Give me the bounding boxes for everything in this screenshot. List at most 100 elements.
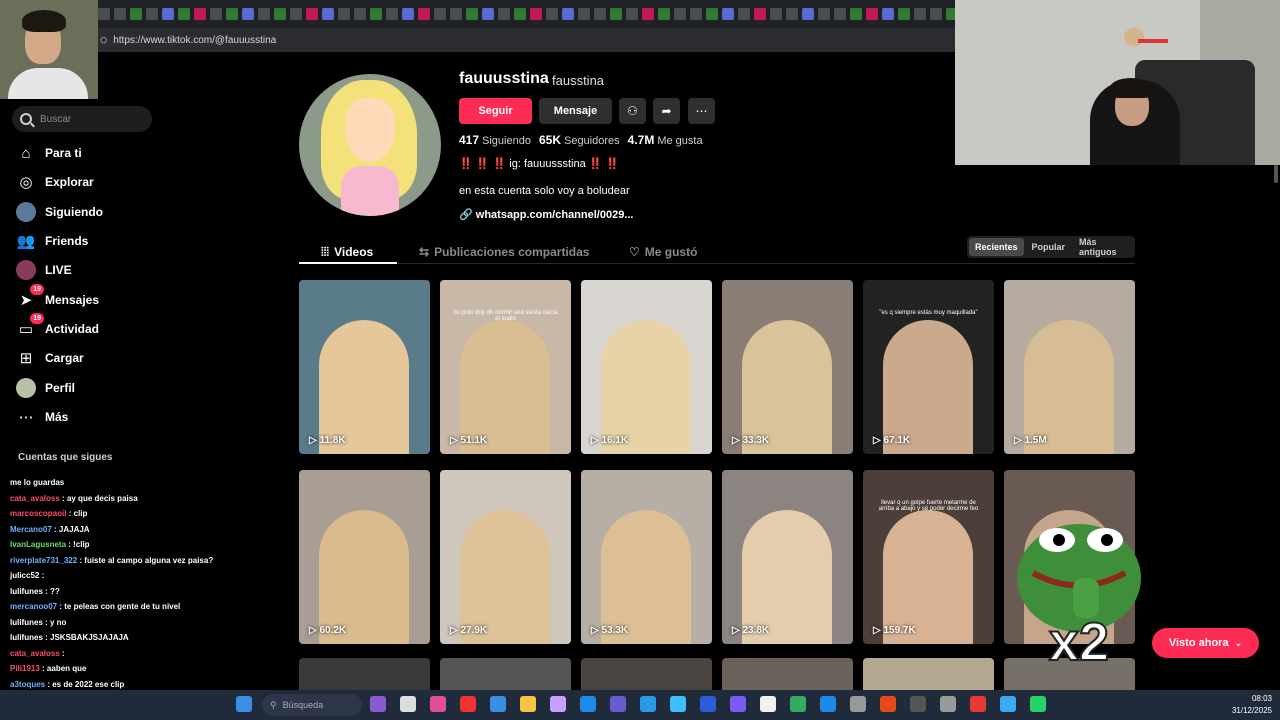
taskbar-app-icon[interactable] [370,696,386,712]
taskbar-app-icon[interactable] [790,696,806,712]
browser-tab[interactable] [418,8,430,20]
taskbar-app-icon[interactable] [640,696,656,712]
profile-link-text[interactable]: whatsapp.com/channel/0029... [476,209,634,221]
url-text[interactable]: https://www.tiktok.com/@fauuusstina [113,35,276,46]
browser-tab[interactable] [850,8,862,20]
browser-tab[interactable] [354,8,366,20]
browser-tab[interactable] [738,8,750,20]
tab-liked[interactable]: ♡ Me gustó [629,240,697,264]
sidebar-item-cargar[interactable]: ⊞ Cargar [16,346,186,370]
sort-oldest[interactable]: Más antiguos [1073,233,1133,261]
browser-tab[interactable] [322,8,334,20]
watch-now-button[interactable]: Visto ahora ⌄ [1152,628,1259,658]
browser-tab[interactable] [882,8,894,20]
video-thumbnail[interactable]: "es q siempre estás muy maquillada" ▷ 67.… [863,280,994,454]
add-friend-button[interactable]: ⚇ [619,98,646,124]
video-thumbnail[interactable]: ▷ 23.8K [722,470,853,644]
taskbar-app-icon[interactable] [880,696,896,712]
browser-tab[interactable] [226,8,238,20]
video-thumbnail-partial[interactable] [722,658,853,690]
video-thumbnail-partial[interactable] [299,658,430,690]
sidebar-item-mas[interactable]: ⋯ Más [16,405,186,429]
taskbar-app-icon[interactable] [910,696,926,712]
browser-tab[interactable] [466,8,478,20]
taskbar-app-icon[interactable] [940,696,956,712]
browser-tab[interactable] [482,8,494,20]
site-info-icon[interactable]: ⛭ [100,35,107,46]
browser-tab[interactable] [562,8,574,20]
sidebar-item-live[interactable]: LIVE [16,258,186,282]
scrollbar[interactable] [1274,165,1278,183]
video-thumbnail-partial[interactable] [581,658,712,690]
video-thumbnail[interactable]: llevar q un golpe fuerte metarme de arri… [863,470,994,644]
sidebar-item-explorar[interactable]: ◎ Explorar [16,170,186,194]
browser-tab[interactable] [578,8,590,20]
taskbar-app-icon[interactable] [850,696,866,712]
taskbar-app-icon[interactable] [550,696,566,712]
browser-tab[interactable] [290,8,302,20]
sidebar-item-actividad[interactable]: ▭ 19 Actividad [16,313,186,341]
follow-button[interactable]: Seguir [459,98,532,124]
browser-tab[interactable] [530,8,542,20]
search-input[interactable] [40,113,140,125]
browser-tab[interactable] [786,8,798,20]
taskbar-app-icon[interactable] [730,696,746,712]
video-thumbnail[interactable]: ▷ 53.3K [581,470,712,644]
taskbar-app-icon[interactable] [400,696,416,712]
tab-reposts[interactable]: ⇆ Publicaciones compartidas [419,240,589,264]
taskbar-app-icon[interactable] [490,696,506,712]
taskbar-app-icon[interactable] [1000,696,1016,712]
browser-tab[interactable] [514,8,526,20]
sort-popular[interactable]: Popular [1026,238,1072,256]
address-bar[interactable]: ⛭ https://www.tiktok.com/@fauuusstina [0,28,955,52]
video-thumbnail[interactable]: ▷ 33.3K [722,280,853,454]
browser-tab[interactable] [450,8,462,20]
more-options-button[interactable]: ⋯ [688,98,715,124]
browser-tab[interactable] [610,8,622,20]
browser-tab[interactable] [674,8,686,20]
browser-tab[interactable] [130,8,142,20]
browser-tab[interactable] [898,8,910,20]
taskbar-app-icon[interactable] [700,696,716,712]
video-thumbnail-partial[interactable] [440,658,571,690]
sidebar-item-mensajes[interactable]: ➤ 19 Mensajes [16,284,186,312]
followers-stat[interactable]: 65K Seguidores [539,133,620,147]
sidebar-item-perfil[interactable]: Perfil [16,376,186,400]
following-stat[interactable]: 417 Siguiendo [459,133,531,147]
browser-tab[interactable] [626,8,638,20]
browser-tab[interactable] [242,8,254,20]
taskbar-app-icon[interactable] [820,696,836,712]
browser-tab[interactable] [386,8,398,20]
taskbar-app-icon[interactable] [520,696,536,712]
browser-tab[interactable] [402,8,414,20]
browser-tab[interactable] [946,8,955,20]
taskbar-app-icon[interactable] [670,696,686,712]
taskbar-app-icon[interactable] [970,696,986,712]
sidebar-item-friends[interactable]: 👥 Friends [16,229,186,253]
browser-tab[interactable] [546,8,558,20]
video-thumbnail[interactable]: ▷ 16.1K [581,280,712,454]
browser-tab[interactable] [146,8,158,20]
taskbar-app-icon[interactable] [610,696,626,712]
browser-tab[interactable] [274,8,286,20]
browser-tab[interactable] [162,8,174,20]
taskbar-app-icon[interactable] [1030,696,1046,712]
browser-tab[interactable] [802,8,814,20]
browser-tab[interactable] [706,8,718,20]
system-clock[interactable]: 08:03 31/12/2025 [1232,693,1272,717]
share-button[interactable]: ➦ [653,98,680,124]
video-thumbnail[interactable]: ▷ 11.8K [299,280,430,454]
taskbar-app-icon[interactable] [460,696,476,712]
video-thumbnail[interactable]: ▷ 1.5M [1004,280,1135,454]
browser-tab[interactable] [866,8,878,20]
sidebar-item-para-ti[interactable]: ⌂ Para ti [16,141,186,165]
video-thumbnail[interactable]: ▷ 27.9K [440,470,571,644]
message-button[interactable]: Mensaje [539,98,612,124]
browser-tab[interactable] [658,8,670,20]
browser-tab[interactable] [770,8,782,20]
browser-tab[interactable] [178,8,190,20]
browser-tab[interactable] [642,8,654,20]
browser-tab[interactable] [306,8,318,20]
sort-recent[interactable]: Recientes [969,238,1024,256]
browser-tab[interactable] [258,8,270,20]
